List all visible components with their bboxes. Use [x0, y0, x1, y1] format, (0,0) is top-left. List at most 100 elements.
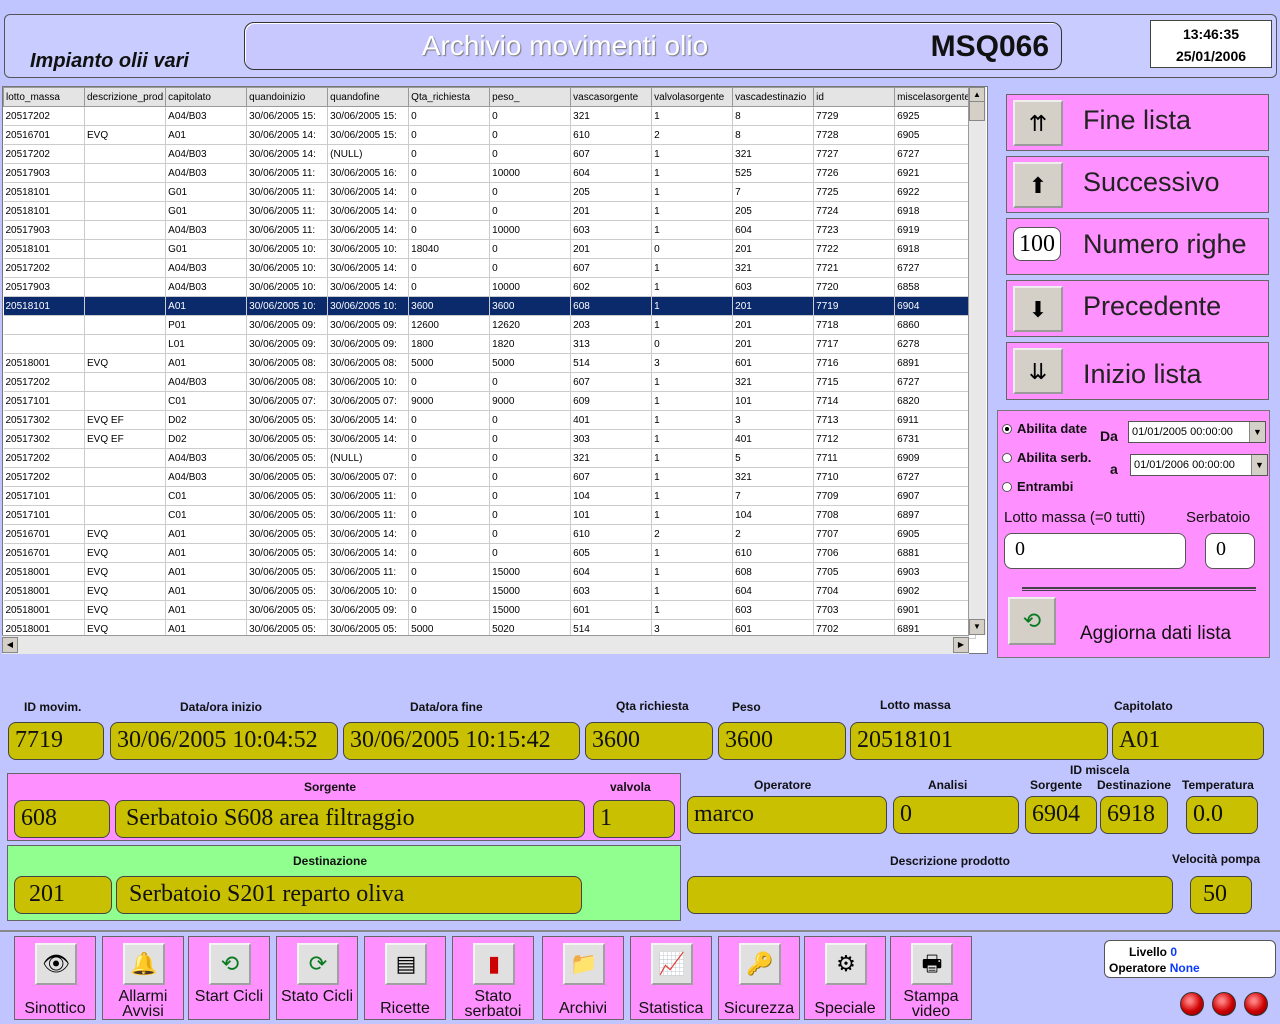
fine-lista-button[interactable]: ⇈ Fine lista: [1006, 94, 1269, 151]
table-cell: EVQ: [84, 581, 167, 601]
table-cell: 20517101: [3, 486, 85, 506]
column-header[interactable]: lotto_massa: [3, 87, 85, 107]
column-header[interactable]: Qta_richiesta: [408, 87, 491, 107]
column-header[interactable]: capitolato: [165, 87, 248, 107]
table-cell: 201: [732, 315, 815, 335]
table-cell: 0: [408, 182, 491, 202]
sinottico-button[interactable]: 👁 Sinottico: [14, 936, 96, 1020]
aggiorna-button-label[interactable]: Aggiorna dati lista: [1080, 623, 1231, 645]
column-header[interactable]: vascadestinazio: [732, 87, 815, 107]
serbatoio-filter-input[interactable]: 0: [1205, 533, 1255, 569]
scroll-right-icon[interactable]: ▶: [953, 637, 969, 653]
date-from-select[interactable]: 01/01/2005 00:00:00 ▼: [1128, 421, 1266, 443]
column-header[interactable]: descrizione_prod: [83, 87, 167, 107]
table-row[interactable]: 20517101 C01 30/06/2005 05: 30/06/2005 11: 0…: [3, 505, 977, 525]
table-cell: 20518001: [3, 353, 85, 373]
table-row[interactable]: 20518001 EVQ A01 30/06/2005 05: 30/06/2005 1…: [3, 581, 977, 601]
scroll-left-icon[interactable]: ◀: [2, 637, 18, 653]
numero-righe-input[interactable]: 100: [1013, 227, 1061, 261]
table-row[interactable]: 20517202 A04/B03 30/06/2005 10: 30/06/2005 …: [3, 258, 977, 278]
movements-grid[interactable]: lotto_massa descrizione_prod capitolato qua…: [2, 86, 988, 654]
table-row[interactable]: 20517202 A04/B03 30/06/2005 08: 30/06/2005 …: [3, 372, 977, 392]
table-row[interactable]: 20517202 A04/B03 30/06/2005 14: (NULL) 0 0 607…: [3, 144, 977, 164]
table-row[interactable]: 20517302 EVQ EF D02 30/06/2005 05: 30/06/200…: [3, 410, 977, 430]
column-header[interactable]: vascasorgente: [570, 87, 653, 107]
successivo-button[interactable]: ⬆ Successivo: [1006, 156, 1269, 213]
inizio-lista-button[interactable]: ⇊ Inizio lista: [1006, 342, 1269, 400]
table-row[interactable]: 20516701 EVQ A01 30/06/2005 05: 30/06/2005 1…: [3, 524, 977, 544]
precedente-button[interactable]: ⬇ Precedente: [1006, 280, 1269, 337]
table-row[interactable]: 20517202 A04/B03 30/06/2005 15: 30/06/2005 …: [3, 106, 977, 126]
binoculars-icon: ⟳: [297, 943, 339, 985]
stato-serbatoi-button[interactable]: ▮ Stato serbatoi: [452, 936, 534, 1020]
radio-abilita-date[interactable]: Abilita date: [1002, 421, 1087, 436]
column-header[interactable]: miscelasorgente: [894, 87, 977, 107]
table-cell: 6897: [894, 505, 977, 525]
table-row[interactable]: 20516701 EVQ A01 30/06/2005 05: 30/06/2005 1…: [3, 543, 977, 563]
radio-entrambi[interactable]: Entrambi: [1002, 479, 1073, 494]
table-row[interactable]: 20517903 A04/B03 30/06/2005 10: 30/06/2005 …: [3, 277, 977, 297]
table-row[interactable]: 20518001 EVQ A01 30/06/2005 05: 30/06/2005 1…: [3, 562, 977, 582]
table-row[interactable]: 20517202 A04/B03 30/06/2005 05: (NULL) 0 0 321…: [3, 448, 977, 468]
table-row[interactable]: 20517903 A04/B03 30/06/2005 11: 30/06/2005 …: [3, 163, 977, 183]
table-cell: 0: [408, 277, 491, 297]
chevron-down-icon[interactable]: ▼: [1251, 455, 1267, 475]
table-row[interactable]: 20518101 G01 30/06/2005 11: 30/06/2005 14: 0…: [3, 201, 977, 221]
table-cell: 6858: [894, 277, 977, 297]
horizontal-scrollbar[interactable]: ◀ ▶: [2, 635, 969, 654]
table-row[interactable]: 20518101 G01 30/06/2005 10: 30/06/2005 10: 1…: [3, 239, 977, 259]
sicurezza-button[interactable]: 🔑 Sicurezza: [718, 936, 800, 1020]
table-row[interactable]: 20517101 C01 30/06/2005 05: 30/06/2005 11: 0…: [3, 486, 977, 506]
column-header[interactable]: id: [813, 87, 896, 107]
scroll-down-icon[interactable]: ▼: [969, 619, 985, 635]
table-cell: 0: [651, 334, 734, 354]
allarmi-label: Allarmi Avvisi: [118, 988, 168, 1020]
table-row[interactable]: 20518001 EVQ A01 30/06/2005 08: 30/06/2005 0…: [3, 353, 977, 373]
allarmi-button[interactable]: 🔔 Allarmi Avvisi: [102, 936, 184, 1020]
stato-cicli-button[interactable]: ⟳ Stato Cicli: [276, 936, 358, 1020]
table-cell: 20516701: [3, 524, 85, 544]
stampa-video-button[interactable]: 🖶 Stampa video: [890, 936, 972, 1020]
miscela-destinazione-label: Destinazione: [1097, 778, 1172, 792]
table-row[interactable]: 20518101 A01 30/06/2005 10: 30/06/2005 10: 3…: [3, 296, 977, 316]
table-row[interactable]: 20518101 G01 30/06/2005 11: 30/06/2005 14: 0…: [3, 182, 977, 202]
date-to-select[interactable]: 01/01/2006 00:00:00 ▼: [1130, 454, 1268, 476]
table-row[interactable]: 20517101 C01 30/06/2005 07: 30/06/2005 07: 9…: [3, 391, 977, 411]
archivi-button[interactable]: 📁 Archivi: [542, 936, 624, 1020]
refresh-icon[interactable]: ⟲: [1008, 597, 1056, 645]
ricette-button[interactable]: ▤ Ricette: [364, 936, 446, 1020]
table-cell: 20517302: [3, 429, 85, 449]
table-cell: 0: [489, 467, 572, 487]
table-row[interactable]: 20517202 A04/B03 30/06/2005 05: 30/06/2005 …: [3, 467, 977, 487]
table-cell: 15000: [489, 581, 572, 601]
vertical-scrollbar[interactable]: ▲ ▼: [968, 87, 986, 635]
table-cell: 30/06/2005 09:: [246, 334, 329, 354]
column-header[interactable]: quandoinizio: [246, 87, 329, 107]
table-row[interactable]: L01 30/06/2005 09: 30/06/2005 09: 1800 1820 3…: [3, 334, 977, 354]
scroll-thumb[interactable]: [969, 101, 985, 121]
column-header[interactable]: quandofine: [327, 87, 410, 107]
table-cell: 6860: [894, 315, 977, 335]
statistica-button[interactable]: 📈 Statistica: [630, 936, 712, 1020]
start-cicli-button[interactable]: ⟲ Start Cicli: [188, 936, 270, 1020]
table-cell: 1: [651, 581, 734, 601]
table-cell: 0: [408, 163, 491, 183]
table-row[interactable]: 20516701 EVQ A01 30/06/2005 14: 30/06/2005 1…: [3, 125, 977, 145]
table-row[interactable]: 20517302 EVQ EF D02 30/06/2005 05: 30/06/200…: [3, 429, 977, 449]
table-cell: 525: [732, 163, 815, 183]
table-cell: 0: [489, 201, 572, 221]
column-header[interactable]: valvolasorgente: [651, 87, 734, 107]
table-cell: 0: [489, 505, 572, 525]
table-row[interactable]: P01 30/06/2005 09: 30/06/2005 09: 12600 1262…: [3, 315, 977, 335]
table-cell: 30/06/2005 08:: [246, 372, 329, 392]
table-cell: 0: [408, 524, 491, 544]
table-row[interactable]: 20518001 EVQ A01 30/06/2005 05: 30/06/2005 0…: [3, 600, 977, 620]
speciale-button[interactable]: ⚙ Speciale: [804, 936, 886, 1020]
table-cell: G01: [165, 239, 248, 259]
column-header[interactable]: peso_: [489, 87, 572, 107]
table-cell: 12620: [489, 315, 572, 335]
radio-abilita-serb[interactable]: Abilita serb.: [1002, 450, 1091, 465]
lotto-filter-input[interactable]: 0: [1004, 533, 1186, 569]
chevron-down-icon[interactable]: ▼: [1249, 422, 1265, 442]
table-row[interactable]: 20517903 A04/B03 30/06/2005 11: 30/06/2005 …: [3, 220, 977, 240]
